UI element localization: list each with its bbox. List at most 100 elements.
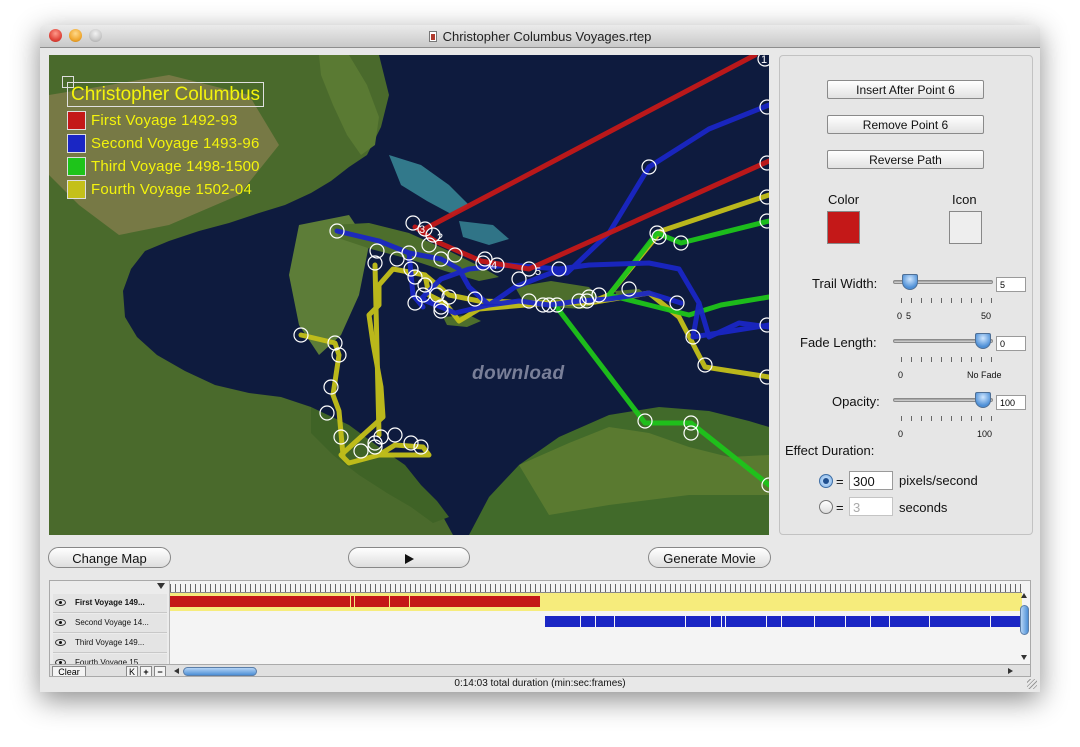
lane-first-voyage[interactable] — [170, 593, 1022, 611]
legend-swatch-fourth-voyage — [67, 179, 86, 199]
track-menu-dropdown-icon[interactable] — [157, 583, 165, 589]
insert-after-point-button[interactable]: Insert After Point 6 — [827, 80, 984, 99]
clear-button[interactable]: Clear — [52, 666, 86, 676]
track-row-first-voyage[interactable]: First Voyage 149... — [53, 594, 167, 613]
opacity-ticks — [901, 416, 992, 421]
trail-width-value-field[interactable]: 5 — [996, 277, 1026, 292]
fade-length-value-field[interactable]: 0 — [996, 336, 1026, 351]
title-bar: Christopher Columbus Voyages.rtep — [40, 25, 1040, 48]
document-icon — [428, 30, 437, 42]
remove-point-button[interactable]: Remove Point 6 — [827, 115, 984, 134]
fade-length-label: Fade Length: — [800, 335, 877, 350]
segment[interactable] — [991, 616, 1021, 627]
legend-item-third-voyage: Third Voyage 1498-1500 — [67, 156, 264, 176]
fade-length-ticks — [901, 357, 992, 362]
segment[interactable] — [815, 616, 845, 627]
scroll-down-arrow-icon[interactable] — [1021, 655, 1027, 660]
segment[interactable] — [170, 596, 350, 607]
first-voyage-point-labels: 1 2 3 4 5 — [419, 55, 767, 278]
legend-label: First Voyage 1492-93 — [91, 111, 238, 129]
track-row-third-voyage[interactable]: Third Voyage 149... — [53, 634, 167, 653]
seconds-radio[interactable] — [819, 500, 833, 514]
lane-second-voyage[interactable] — [170, 613, 1022, 631]
segment[interactable] — [545, 616, 580, 627]
timeline-ruler[interactable] — [170, 584, 1022, 593]
track-row-second-voyage[interactable]: Second Voyage 14... — [53, 614, 167, 633]
change-map-button[interactable]: Change Map — [48, 547, 171, 568]
second-voyage-route[interactable] — [334, 102, 769, 340]
play-button[interactable] — [348, 547, 470, 568]
segment[interactable] — [782, 616, 814, 627]
visibility-eye-icon[interactable] — [55, 599, 66, 606]
pixels-per-second-unit: pixels/second — [899, 473, 978, 488]
icon-label: Icon — [952, 192, 977, 207]
segment[interactable] — [871, 616, 889, 627]
visibility-eye-icon[interactable] — [55, 619, 66, 626]
trail-width-tick-max: 50 — [981, 311, 992, 321]
legend-title: Christopher Columbus — [67, 82, 265, 107]
segment[interactable] — [410, 596, 540, 607]
segment[interactable] — [686, 616, 710, 627]
point-label: 3 — [419, 224, 425, 236]
trail-width-label: Trail Width: — [812, 276, 878, 291]
segment[interactable] — [355, 596, 389, 607]
segment[interactable] — [711, 616, 721, 627]
legend-item-first-voyage: First Voyage 1492-93 — [67, 110, 264, 130]
segment[interactable] — [890, 616, 929, 627]
window-title: Christopher Columbus Voyages.rtep — [442, 28, 652, 44]
zoom-in-button[interactable]: + — [140, 666, 152, 676]
visibility-eye-icon[interactable] — [55, 639, 66, 646]
segment[interactable] — [615, 616, 685, 627]
legend-item-fourth-voyage: Fourth Voyage 1502-04 — [67, 179, 264, 199]
timeline-vertical-scroll-thumb[interactable] — [1020, 605, 1029, 635]
trail-width-slider-thumb[interactable] — [902, 274, 918, 290]
map-canvas[interactable]: 1 2 3 4 5 Christopher Columbus First Voy… — [49, 55, 769, 535]
fade-length-slider-thumb[interactable] — [975, 333, 991, 349]
opacity-slider-thumb[interactable] — [975, 392, 991, 408]
segment[interactable] — [351, 596, 354, 607]
pixels-per-second-field[interactable]: 300 — [849, 471, 893, 490]
segment[interactable] — [846, 616, 870, 627]
watermark: download — [472, 363, 565, 384]
segment[interactable] — [596, 616, 614, 627]
segment[interactable] — [930, 616, 990, 627]
scroll-right-arrow-icon[interactable] — [1008, 668, 1013, 674]
legend-swatch-second-voyage — [67, 133, 86, 153]
opacity-value-field[interactable]: 100 — [996, 395, 1026, 410]
segment[interactable] — [767, 616, 781, 627]
icon-picker[interactable] — [949, 211, 982, 244]
segment[interactable] — [390, 596, 409, 607]
generate-movie-button[interactable]: Generate Movie — [648, 547, 771, 568]
segment[interactable] — [581, 616, 595, 627]
trail-width-tick-mid: 5 — [906, 311, 912, 321]
zoom-out-button[interactable]: − — [154, 666, 166, 676]
scroll-up-arrow-icon[interactable] — [1021, 593, 1027, 598]
play-icon — [404, 553, 414, 564]
map-legend[interactable]: Christopher Columbus First Voyage 1492-9… — [62, 76, 265, 199]
scroll-left-arrow-icon[interactable] — [174, 668, 179, 674]
legend-swatch-third-voyage — [67, 156, 86, 176]
color-label: Color — [828, 192, 860, 207]
effect-duration-label: Effect Duration: — [785, 443, 875, 458]
fade-length-tick-min: 0 — [898, 370, 904, 380]
keyframe-button[interactable]: K — [126, 666, 138, 676]
equals-sign: = — [836, 474, 844, 489]
bahamas-shallows-2 — [459, 221, 509, 245]
fade-length-tick-max: No Fade — [967, 370, 1002, 380]
total-duration-status: 0:14:03 total duration (min:sec:frames) — [454, 678, 626, 689]
point-label: 2 — [437, 232, 443, 244]
equals-sign: = — [836, 500, 844, 515]
color-picker[interactable] — [827, 211, 860, 244]
segment[interactable] — [722, 616, 725, 627]
timeline-horizontal-scroll-thumb[interactable] — [183, 667, 257, 676]
opacity-tick-max: 100 — [977, 429, 993, 439]
pixels-per-second-radio[interactable] — [819, 474, 833, 488]
segment[interactable] — [726, 616, 766, 627]
reverse-path-button[interactable]: Reverse Path — [827, 150, 984, 169]
legend-resize-handle[interactable] — [62, 76, 74, 88]
lane-third-voyage[interactable] — [170, 633, 1022, 651]
opacity-label: Opacity: — [832, 394, 880, 409]
seconds-field[interactable]: 3 — [849, 497, 893, 516]
timeline[interactable]: First Voyage 149... Second Voyage 14... … — [49, 580, 1031, 677]
window-resize-grip[interactable] — [1027, 679, 1037, 689]
